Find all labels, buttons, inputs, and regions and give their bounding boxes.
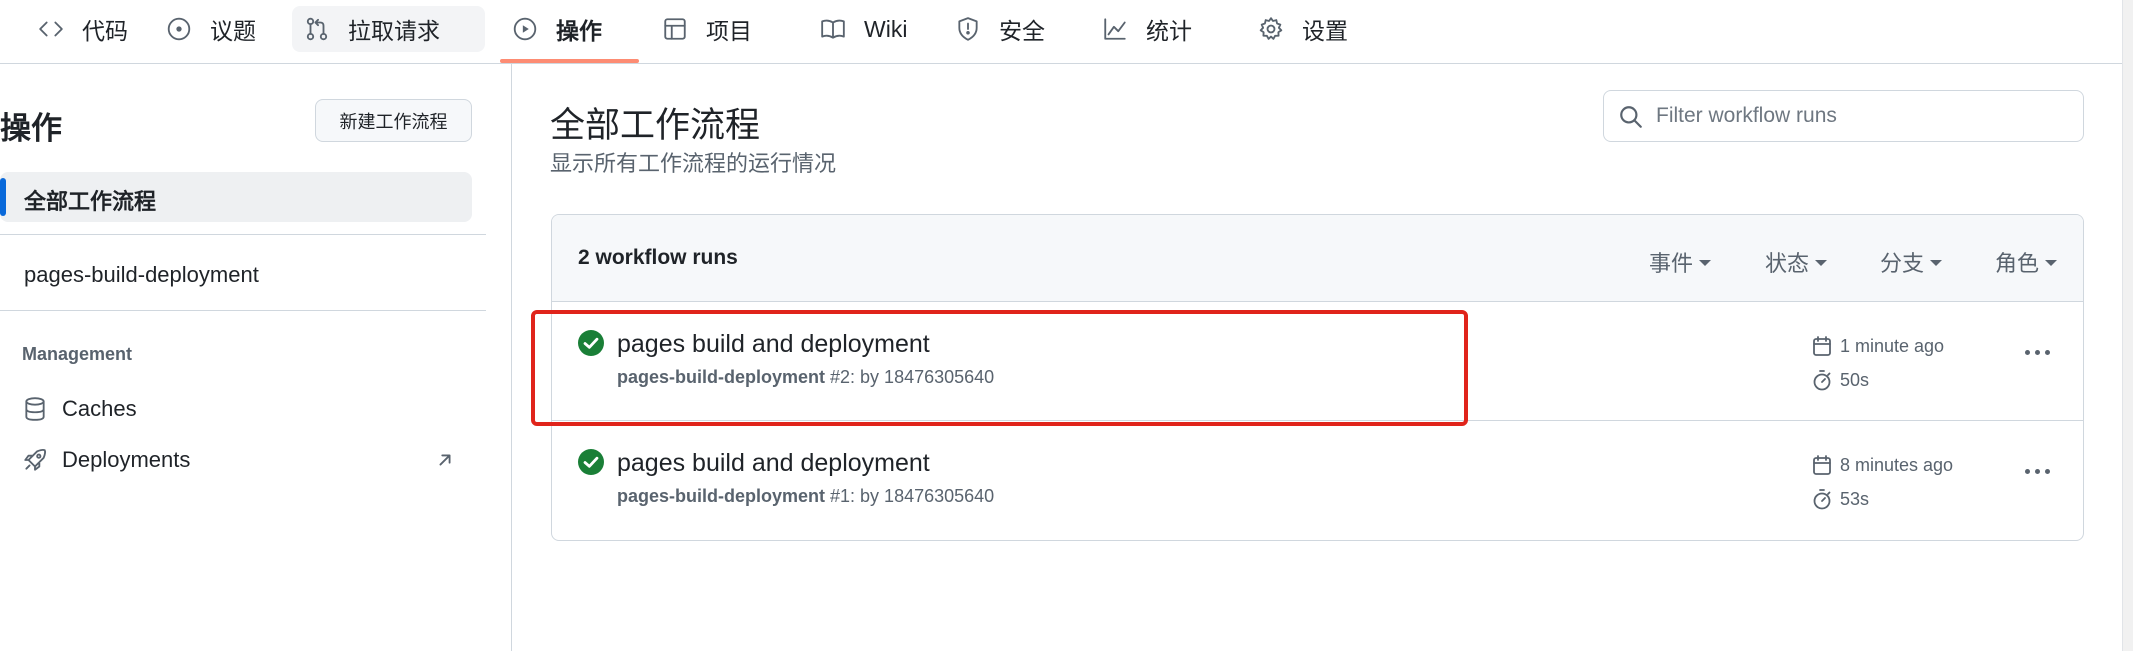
tab-wiki-label: Wiki: [864, 15, 908, 42]
database-icon: [25, 397, 45, 421]
run-actions-menu[interactable]: [2019, 461, 2055, 481]
sidebar-divider: [511, 64, 512, 651]
run-duration: 50s: [1810, 368, 1869, 392]
page-title: 全部工作流程: [550, 106, 761, 145]
tab-insights-label: 统计: [1146, 18, 1192, 44]
sidebar-title: 操作: [0, 111, 62, 146]
event-filter-label: 事件: [1649, 251, 1694, 276]
tab-actions[interactable]: 操作: [500, 6, 614, 52]
active-tab-underline: [500, 59, 639, 63]
calendar-icon: [1813, 336, 1831, 356]
tab-code[interactable]: 代码: [26, 6, 140, 52]
shield-icon: [958, 17, 978, 41]
run-title-link[interactable]: pages build and deployment: [617, 330, 930, 359]
tab-wiki[interactable]: Wiki: [808, 6, 919, 52]
run-time-text: 1 minute ago: [1840, 335, 1945, 356]
run-duration-text: 50s: [1840, 369, 1870, 390]
run-number-author: #2: by 18476305640: [825, 367, 995, 387]
filter-runs-field[interactable]: [1603, 90, 2084, 142]
filter-runs-input[interactable]: [1656, 104, 2056, 128]
rocket-icon: [24, 448, 47, 471]
status-filter-dropdown[interactable]: 状态: [1765, 246, 1828, 278]
tab-pull-requests[interactable]: 拉取请求: [292, 6, 485, 52]
caret-down-icon: [2045, 260, 2058, 266]
gear-icon: [1259, 17, 1283, 40]
tab-security[interactable]: 安全: [943, 6, 1057, 52]
event-filter-dropdown[interactable]: 事件: [1649, 246, 1712, 278]
selected-indicator: [0, 178, 6, 216]
workflow-run-row[interactable]: pages build and deployment pages-build-d…: [552, 302, 2083, 421]
graph-icon: [1104, 18, 1126, 40]
runs-header: 2 workflow runs 事件 状态 分支 角色: [552, 215, 2083, 302]
scrollbar[interactable]: [2122, 0, 2133, 651]
tab-projects-label: 项目: [706, 18, 752, 44]
tab-settings[interactable]: 设置: [1246, 6, 1360, 52]
tab-insights[interactable]: 统计: [1090, 6, 1204, 52]
tab-projects[interactable]: 项目: [650, 6, 764, 52]
tab-security-label: 安全: [999, 18, 1045, 44]
sidebar-item-workflow[interactable]: pages-build-deployment: [24, 262, 259, 288]
caret-down-icon: [1815, 260, 1828, 266]
success-check-icon: [578, 449, 604, 475]
caret-down-icon: [1930, 260, 1943, 266]
sidebar-item-deployments[interactable]: Deployments: [22, 443, 190, 477]
new-workflow-button[interactable]: 新建工作流程: [315, 99, 472, 142]
tab-issues[interactable]: 议题: [154, 6, 268, 52]
run-duration: 53s: [1810, 487, 1869, 511]
repo-nav: 代码 议题 拉取请求 操作 项目 Wiki 安全 统计 设置: [0, 0, 2133, 64]
sidebar-separator: [0, 310, 486, 311]
branch-filter-dropdown[interactable]: 分支: [1880, 246, 1943, 278]
status-filter-label: 状态: [1765, 251, 1810, 276]
run-title-link[interactable]: pages build and deployment: [617, 449, 930, 478]
run-meta: pages-build-deployment #1: by 1847630564…: [617, 486, 994, 507]
play-icon: [513, 17, 537, 41]
tab-pull-requests-label: 拉取请求: [348, 18, 440, 44]
run-timestamp: 8 minutes ago: [1810, 453, 1953, 477]
tab-actions-label: 操作: [556, 18, 602, 44]
sidebar-item-deployments-label: Deployments: [62, 447, 191, 472]
stopwatch-icon: [1813, 370, 1831, 391]
tab-code-label: 代码: [82, 18, 128, 44]
sidebar-item-all-workflows-label: 全部工作流程: [24, 189, 157, 214]
sidebar-item-caches[interactable]: Caches: [22, 392, 137, 426]
run-timestamp: 1 minute ago: [1810, 334, 1944, 358]
run-time-text: 8 minutes ago: [1840, 454, 1954, 475]
table-icon: [664, 18, 686, 40]
code-icon: [39, 21, 63, 37]
run-number-author: #1: by 18476305640: [825, 486, 995, 506]
page-subtitle: 显示所有工作流程的运行情况: [550, 151, 837, 176]
run-meta: pages-build-deployment #2: by 1847630564…: [617, 367, 994, 388]
management-heading: Management: [22, 344, 133, 364]
actor-filter-dropdown[interactable]: 角色: [1995, 246, 2058, 278]
branch-filter-label: 分支: [1880, 251, 1925, 276]
caret-down-icon: [1699, 260, 1712, 266]
tab-settings-label: 设置: [1302, 18, 1348, 44]
run-actions-menu[interactable]: [2019, 342, 2055, 362]
stopwatch-icon: [1813, 489, 1831, 510]
success-check-icon: [578, 330, 604, 356]
calendar-icon: [1813, 455, 1831, 475]
external-link-icon: [439, 454, 451, 466]
run-duration-text: 53s: [1840, 488, 1870, 509]
tab-issues-label: 议题: [210, 18, 256, 44]
runs-count: 2 workflow runs: [578, 246, 738, 269]
issue-icon: [167, 17, 191, 41]
run-workflow-name: pages-build-deployment: [617, 367, 826, 387]
sidebar-item-caches-label: Caches: [62, 396, 137, 421]
search-icon: [1620, 106, 1642, 128]
workflow-runs-box: 2 workflow runs 事件 状态 分支 角色 pages build …: [551, 214, 2084, 541]
sidebar-separator: [0, 234, 486, 235]
book-icon: [821, 19, 845, 39]
run-workflow-name: pages-build-deployment: [617, 486, 826, 506]
actor-filter-label: 角色: [1995, 251, 2040, 276]
pull-request-icon: [306, 17, 328, 41]
workflow-run-row[interactable]: pages build and deployment pages-build-d…: [552, 421, 2083, 540]
